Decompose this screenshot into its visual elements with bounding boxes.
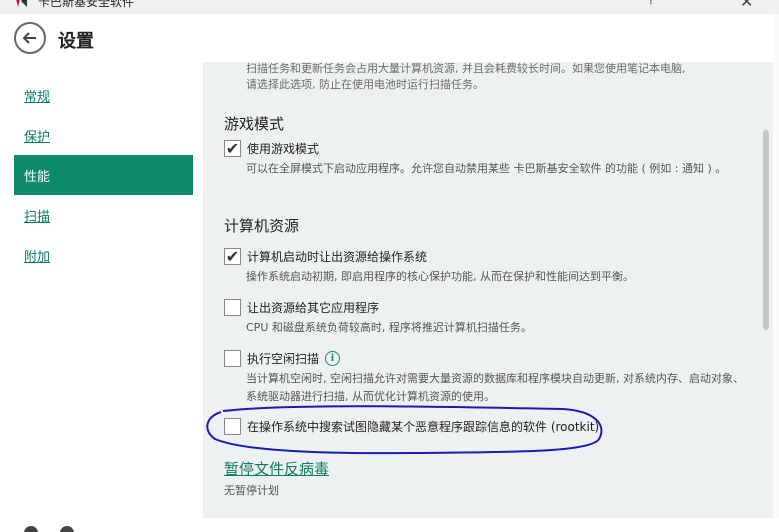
sidebar-item-scan[interactable]: 扫描 [14, 195, 193, 235]
scrollbar[interactable] [761, 62, 771, 518]
game-mode-checkbox[interactable]: ✔ [224, 139, 241, 158]
sidebar-item-performance[interactable]: 性能 [14, 155, 193, 195]
yield-to-os-option[interactable]: ✔ 计算机启动时让出资源给操作系统 [224, 247, 428, 266]
game-mode-desc: 可以在全屏模式下启动应用程序。允许您自动禁用某些 卡巴斯基安全软件 的功能 ( … [246, 162, 727, 175]
rootkit-option[interactable]: 在操作系统中搜索试图隐藏某个恶意程序跟踪信息的软件 (rootkit) [224, 418, 599, 435]
partial-text-2: 请选择此选项, 防止在使用电池时运行扫描任务。 [246, 78, 484, 91]
idle-scan-option[interactable]: 执行空闲扫描 i [224, 350, 341, 367]
sidebar-item-general[interactable]: 常规 [14, 75, 193, 115]
support-icon[interactable] [60, 526, 74, 532]
checkmark-icon: ✔ [225, 139, 240, 158]
game-mode-option[interactable]: ✔ 使用游戏模式 [224, 139, 320, 158]
pause-antivirus-link[interactable]: 暂停文件反病毒 [224, 458, 329, 479]
close-icon[interactable]: ✕ [740, 0, 753, 11]
yield-to-os-checkbox[interactable]: ✔ [224, 247, 241, 266]
settings-header: 设置 [0, 14, 779, 62]
settings-content: 扫描任务和更新任务会占用大量计算机资源, 并且会耗费较长时间。如果您使用笔记本电… [203, 62, 773, 518]
idle-scan-checkbox[interactable] [224, 350, 241, 367]
back-button[interactable] [14, 22, 46, 54]
yield-to-apps-label: 让出资源给其它应用程序 [247, 301, 380, 315]
sidebar-item-protection[interactable]: 保护 [14, 115, 193, 155]
game-mode-label: 使用游戏模式 [247, 142, 320, 156]
idle-scan-label: 执行空闲扫描 [247, 352, 320, 366]
settings-gear-icon[interactable] [24, 526, 38, 532]
sidebar-item-additional[interactable]: 附加 [14, 235, 193, 275]
game-mode-title: 游戏模式 [224, 115, 285, 133]
rootkit-checkbox[interactable] [224, 418, 241, 435]
yield-to-os-label: 计算机启动时让出资源给操作系统 [247, 250, 428, 264]
title-bar: 卡巴斯基安全软件 ? ✕ [0, 0, 779, 14]
rootkit-label: 在操作系统中搜索试图隐藏某个恶意程序跟踪信息的软件 (rootkit) [247, 420, 600, 434]
info-icon[interactable]: i [325, 351, 341, 366]
scrollbar-thumb[interactable] [763, 130, 769, 330]
yield-to-os-desc: 操作系统启动初期, 即启用程序的核心保护功能, 从而在保护和性能间达到平衡。 [246, 270, 634, 283]
idle-scan-desc: 当计算机空闲时, 空闲扫描允许对需要大量资源的数据库和程序模块自动更新, 对系统… [246, 372, 744, 403]
back-arrow-icon [23, 32, 36, 44]
page-title: 设置 [58, 31, 94, 52]
kaspersky-logo-icon [16, 0, 27, 7]
yield-to-apps-checkbox[interactable] [224, 299, 241, 316]
settings-sidebar: 常规 保护 性能 扫描 附加 [0, 62, 203, 518]
question-mark-icon[interactable]: ? [648, 0, 654, 7]
pause-schedule-text: 无暂停计划 [224, 484, 279, 497]
footer-bar [0, 518, 779, 532]
window-edge [773, 14, 779, 532]
partial-text-1: 扫描任务和更新任务会占用大量计算机资源, 并且会耗费较长时间。如果您使用笔记本电… [246, 62, 686, 75]
yield-to-apps-desc: CPU 和磁盘系统负荷较高时, 程序将推迟计算机扫描任务。 [246, 321, 532, 334]
yield-to-apps-option[interactable]: 让出资源给其它应用程序 [224, 299, 379, 316]
window-title: 卡巴斯基安全软件 [38, 0, 135, 9]
resources-title: 计算机资源 [224, 217, 300, 235]
checkmark-icon: ✔ [225, 247, 240, 266]
